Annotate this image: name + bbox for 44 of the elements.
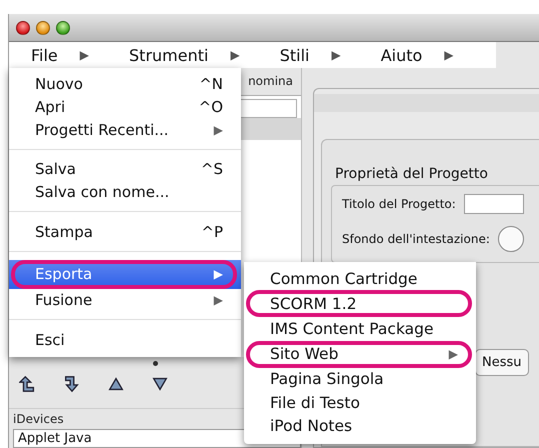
submenu-arrow: ▶ xyxy=(448,347,458,362)
shortcut-label: ^O xyxy=(198,98,223,116)
menu-item[interactable]: Esporta ▶ xyxy=(9,260,241,288)
menu-item[interactable]: Salva ^S xyxy=(9,158,241,180)
menu-item[interactable]: SCORM 1.2 xyxy=(244,290,476,318)
menu-item[interactable]: Fusione ▶ xyxy=(9,288,241,312)
menu-item[interactable]: Esci xyxy=(9,328,241,351)
submenu-arrow: ▶ xyxy=(214,267,223,281)
menu-title[interactable]: Stili xyxy=(280,46,310,64)
menu-title[interactable]: Aiuto xyxy=(380,46,422,64)
dropdown-button[interactable]: Nessu xyxy=(475,349,529,376)
menu-item[interactable]: Sito Web ▶ xyxy=(244,340,476,368)
menu-item[interactable]: Common Cartridge xyxy=(244,267,476,290)
text-field[interactable] xyxy=(464,194,524,214)
section-title: Proprietà del Progetto xyxy=(335,166,489,182)
close-button[interactable] xyxy=(16,20,30,34)
round-button[interactable] xyxy=(498,226,524,252)
shortcut-label: ^P xyxy=(201,222,223,240)
demote-arrow-icon[interactable] xyxy=(63,375,81,394)
splitter-handle[interactable] xyxy=(152,360,158,366)
down-triangle-icon[interactable] xyxy=(151,375,169,394)
zoom-button[interactable] xyxy=(56,20,70,34)
arrow-glyph: ▶ xyxy=(230,48,240,62)
field-label: Titolo del Progetto: xyxy=(342,197,456,211)
menu-item[interactable]: Nuovo ^N xyxy=(9,72,241,95)
arrow-glyph: ▶ xyxy=(80,48,90,62)
submenu-arrow: ▶ xyxy=(214,122,223,136)
menu-title[interactable]: File xyxy=(31,46,58,64)
menu-item[interactable]: Salva con nome... xyxy=(9,180,241,204)
field-label: Sfondo dell'intestazione: xyxy=(342,232,490,246)
menu-item[interactable]: IMS Content Package xyxy=(244,317,476,341)
submenu-arrow: ▶ xyxy=(214,293,223,307)
arrow-glyph: ▶ xyxy=(331,48,341,62)
shortcut-label: ^S xyxy=(200,160,223,178)
menu-title[interactable]: Strumenti xyxy=(129,46,208,64)
minimize-button[interactable] xyxy=(36,20,50,34)
arrow-glyph: ▶ xyxy=(444,48,454,62)
promote-arrow-icon[interactable] xyxy=(19,375,37,394)
toolbar-button[interactable]: nomina xyxy=(248,74,293,88)
menu-item[interactable]: Pagina Singola xyxy=(244,368,476,391)
shortcut-label: ^N xyxy=(199,74,223,92)
menu-item[interactable]: Progetti Recenti... ▶ xyxy=(9,118,241,141)
menu-item[interactable]: Stampa ^P xyxy=(9,220,241,243)
menu-item[interactable]: Apri ^O xyxy=(9,95,241,118)
